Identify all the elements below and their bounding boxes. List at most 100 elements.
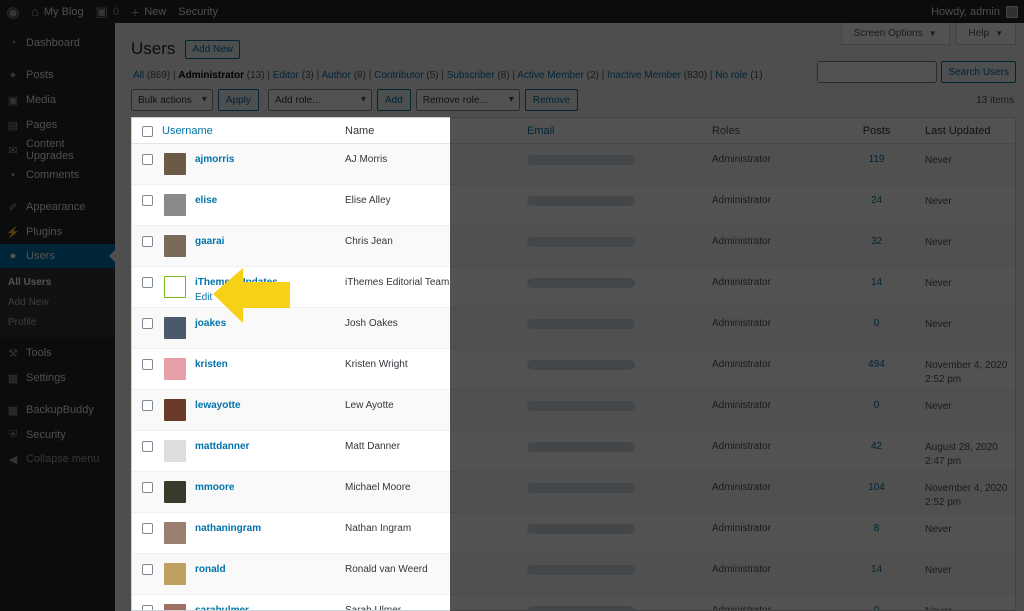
email-redacted[interactable] [527, 483, 635, 493]
user-posts-count[interactable]: 119 [844, 154, 909, 165]
search-users-button[interactable]: Search Users [941, 61, 1016, 83]
row-checkbox[interactable] [141, 236, 153, 247]
row-checkbox[interactable] [141, 359, 153, 370]
submenu-all-users[interactable]: All Users [0, 273, 115, 293]
email-redacted[interactable] [527, 442, 635, 452]
user-posts-count[interactable]: 104 [844, 482, 909, 493]
username-link[interactable]: mmoore [195, 482, 234, 493]
user-posts-count[interactable]: 494 [844, 359, 909, 370]
filter-no-role[interactable]: No role (1) [715, 70, 762, 81]
row-checkbox[interactable] [141, 277, 153, 288]
wordpress-logo-icon[interactable]: ◉ [1, 0, 25, 23]
apply-button[interactable]: Apply [217, 89, 259, 111]
user-posts-count[interactable]: 0 [844, 318, 909, 329]
email-redacted[interactable] [527, 360, 635, 370]
email-redacted[interactable] [527, 524, 635, 534]
howdy-account-link[interactable]: Howdy, admin [925, 0, 1024, 23]
email-redacted[interactable] [527, 155, 635, 165]
user-posts-count[interactable]: 8 [844, 523, 909, 534]
row-checkbox[interactable] [141, 564, 153, 575]
comments-link[interactable]: ▣ 0 [90, 0, 125, 23]
column-posts[interactable]: Posts [844, 125, 909, 137]
username-link[interactable]: elise [195, 195, 217, 206]
sidebar-item-comments[interactable]: ▪ Comments [0, 163, 115, 187]
column-last-updated[interactable]: Last Updated [909, 124, 1015, 138]
new-content-link[interactable]: + New [125, 0, 172, 23]
sidebar-item-media[interactable]: ▣ Media [0, 88, 115, 112]
user-posts-count[interactable]: 42 [844, 441, 909, 452]
sidebar-item-tools[interactable]: ⚒ Tools [0, 341, 115, 365]
filter-contributor[interactable]: Contributor (5) [374, 70, 438, 81]
sidebar-item-plugins[interactable]: ⚡ Plugins [0, 220, 115, 244]
sidebar-item-dashboard[interactable]: ◔ Dashboard [0, 31, 115, 55]
search-input[interactable] [817, 61, 938, 83]
username-link[interactable]: kristen [195, 359, 228, 370]
column-email[interactable]: Email [527, 125, 712, 137]
help-button[interactable]: Help ▼ [955, 23, 1016, 45]
email-redacted[interactable] [527, 237, 635, 247]
user-posts-count[interactable]: 24 [844, 195, 909, 206]
row-checkbox[interactable] [141, 400, 153, 411]
filter-subscriber[interactable]: Subscriber (8) [447, 70, 510, 81]
sidebar-item-pages[interactable]: ▤ Pages [0, 113, 115, 137]
filter-all[interactable]: All (869) [133, 70, 170, 81]
row-checkbox[interactable] [141, 605, 153, 610]
add-role-button[interactable]: Add [376, 89, 411, 111]
screen-options-button[interactable]: Screen Options ▼ [840, 23, 950, 45]
user-posts-count[interactable]: 0 [844, 605, 909, 610]
user-role: Administrator [712, 318, 771, 329]
user-posts-count[interactable]: 14 [844, 564, 909, 575]
row-checkbox[interactable] [141, 154, 153, 165]
avatar [164, 358, 186, 380]
submenu-profile[interactable]: Profile [0, 313, 115, 333]
sidebar-item-users[interactable]: ● Users [0, 244, 115, 268]
sidebar-item-settings[interactable]: ▦ Settings [0, 366, 115, 390]
table-body: ajmorris AJ Morris Administrator 119 Nev… [132, 144, 1015, 610]
user-posts-count[interactable]: 14 [844, 277, 909, 288]
sidebar-item-content-upgrades[interactable]: ✉ Content Upgrades [0, 138, 115, 162]
filter-editor[interactable]: Editor (3) [273, 70, 314, 81]
row-checkbox[interactable] [141, 441, 153, 452]
email-redacted[interactable] [527, 606, 635, 610]
row-checkbox[interactable] [141, 523, 153, 534]
bulk-actions-select[interactable]: Bulk actions [131, 89, 213, 111]
email-redacted[interactable] [527, 319, 635, 329]
last-updated-date: November 4, 2020 [925, 360, 1008, 371]
filter-active-member[interactable]: Active Member (2) [517, 70, 599, 81]
username-link[interactable]: lewayotte [195, 400, 241, 411]
filter-administrator[interactable]: Administrator (13) [178, 70, 264, 81]
username-link[interactable]: ajmorris [195, 154, 234, 165]
filter-author[interactable]: Author (8) [321, 70, 365, 81]
filter-inactive-member[interactable]: Inactive Member (830) [607, 70, 707, 81]
select-all-checkbox[interactable] [141, 125, 153, 137]
row-checkbox[interactable] [141, 482, 153, 493]
remove-role-select[interactable]: Remove role... [415, 89, 520, 111]
security-link[interactable]: Security [172, 0, 224, 23]
add-role-select[interactable]: Add role... [267, 89, 372, 111]
sidebar-item-posts[interactable]: ✦ Posts [0, 63, 115, 87]
user-posts-count[interactable]: 32 [844, 236, 909, 247]
username-link[interactable]: ronald [195, 564, 226, 575]
user-posts-count[interactable]: 0 [844, 400, 909, 411]
sidebar-item-appearance[interactable]: ✐ Appearance [0, 195, 115, 219]
email-redacted[interactable] [527, 565, 635, 575]
add-new-user-button[interactable]: Add New [185, 39, 240, 59]
username-link[interactable]: mattdanner [195, 441, 249, 452]
username-link[interactable]: sarahulmer [195, 605, 249, 610]
column-name[interactable]: Name [345, 125, 527, 137]
row-checkbox[interactable] [141, 318, 153, 329]
last-updated: Never [909, 236, 1015, 250]
site-name-link[interactable]: ⌂ My Blog [25, 0, 90, 23]
remove-role-button[interactable]: Remove [524, 89, 578, 111]
username-link[interactable]: gaarai [195, 236, 224, 247]
sidebar-item-backupbuddy[interactable]: ▩ BackupBuddy [0, 398, 115, 422]
email-redacted[interactable] [527, 401, 635, 411]
email-redacted[interactable] [527, 278, 635, 288]
sidebar-item-collapse-menu[interactable]: ◀ Collapse menu [0, 447, 115, 471]
email-redacted[interactable] [527, 196, 635, 206]
row-checkbox[interactable] [141, 195, 153, 206]
username-link[interactable]: nathaningram [195, 523, 261, 534]
sidebar-item-security[interactable]: ⛨ Security [0, 423, 115, 447]
submenu-add-new[interactable]: Add New [0, 293, 115, 313]
column-username[interactable]: Username [162, 125, 345, 137]
